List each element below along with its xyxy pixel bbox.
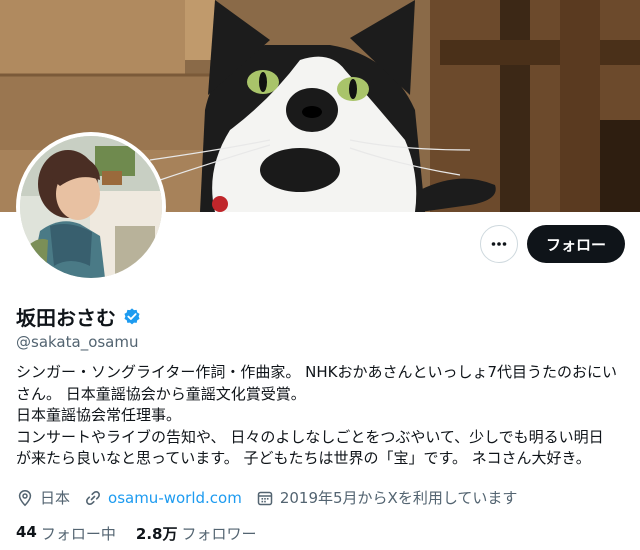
followers-count: 2.8万 bbox=[135, 525, 178, 543]
bio-line: 日本童謡協会常任理事。 bbox=[16, 406, 182, 424]
joined-text: 2019年5月からXを利用しています bbox=[279, 489, 518, 507]
bio-line: が来たら良いなと思っています。 子どもたちは世界の「宝」です。 ネコさん大好き。 bbox=[16, 449, 591, 467]
website-link[interactable]: osamu-world.com bbox=[108, 489, 242, 507]
follow-button[interactable]: フォロー bbox=[527, 225, 625, 263]
location-item: 日本 bbox=[16, 487, 70, 508]
profile-meta: 日本 osamu-world.com 2019年5月からXを利用しています bbox=[16, 487, 531, 508]
location-text: 日本 bbox=[40, 489, 71, 507]
bio-line: さん。 日本童謡協会から童謡文化賞受賞。 bbox=[16, 384, 306, 403]
following-count: 44 bbox=[16, 523, 37, 541]
user-handle: @sakata_osamu bbox=[16, 333, 139, 351]
website-item[interactable]: osamu-world.com bbox=[84, 489, 242, 507]
profile-avatar[interactable] bbox=[16, 132, 166, 282]
verified-badge-icon[interactable] bbox=[122, 307, 142, 327]
following-stat[interactable]: 44 フォロー中 bbox=[16, 523, 116, 544]
followers-label: フォロワー bbox=[181, 525, 257, 543]
name-row: 坂田おさむ bbox=[16, 302, 142, 331]
bio-line: コンサートやライブの告知や、 日々のよしなしごとをつぶやいて、少しでも明るい明日 bbox=[16, 427, 604, 446]
profile-bio: シンガー・ソングライター作詞・作曲家。 NHKおかあさんといっしょ7代目うたのお… bbox=[16, 362, 628, 470]
link-icon bbox=[86, 490, 100, 505]
display-name: 坂田おさむ bbox=[16, 306, 116, 330]
bio-line: シンガー・ソングライター作詞・作曲家。 NHKおかあさんといっしょ7代目うたのお… bbox=[16, 363, 618, 381]
more-horizontal-icon bbox=[491, 242, 507, 246]
follow-button-label: フォロー bbox=[545, 235, 606, 254]
avatar-photo bbox=[20, 136, 162, 278]
calendar-icon bbox=[257, 491, 273, 505]
following-label: フォロー中 bbox=[40, 525, 116, 543]
followers-stat[interactable]: 2.8万 フォロワー bbox=[136, 523, 257, 544]
profile-stats: 44 フォロー中 2.8万 フォロワー bbox=[16, 523, 276, 544]
more-options-button[interactable] bbox=[480, 225, 518, 263]
joined-item: 2019年5月からXを利用しています bbox=[256, 487, 518, 508]
location-pin-icon bbox=[18, 489, 32, 506]
